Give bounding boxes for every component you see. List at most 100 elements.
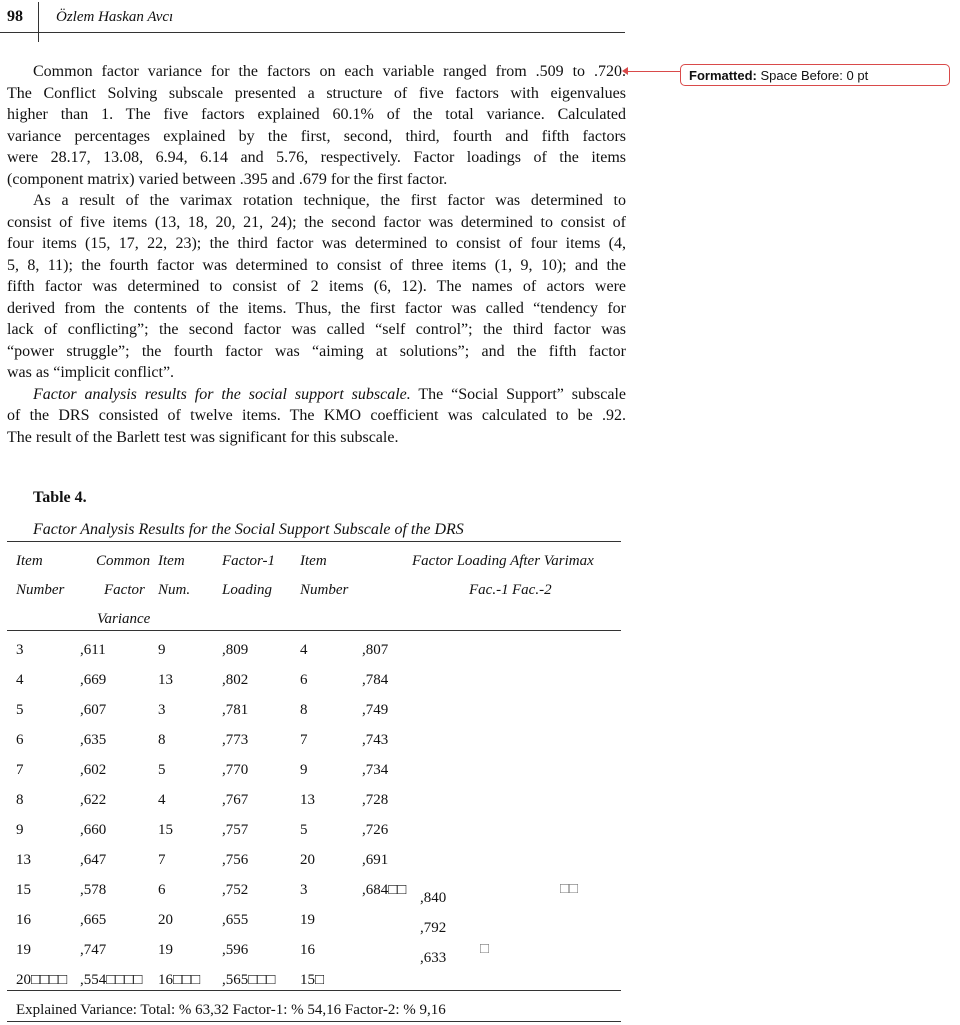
table-cell: 3 [16, 642, 24, 658]
body-line-text: Common factor variance for the factors o… [33, 63, 626, 80]
table-cell: 4 [16, 672, 24, 688]
header-factor: Factor [104, 582, 145, 598]
table-cell: ,669 [80, 672, 107, 688]
table-cell: ,647 [80, 852, 107, 868]
body-line: four items (15, 17, 22, 23); the third f… [7, 233, 626, 254]
table-cell: 19 [158, 942, 173, 958]
table-header-rule [7, 630, 621, 631]
fac2-value: ,792 [420, 920, 447, 936]
header-number3: Number [300, 582, 349, 598]
body-line-text: The result of the Barlett test was signi… [7, 428, 399, 446]
header-item2: Item [158, 553, 185, 569]
table-cell: ,565□□□ [222, 972, 276, 988]
table-cell: ,602 [80, 762, 107, 778]
table-cell: 20 [300, 852, 315, 868]
inline-heading: Factor analysis results for the social s… [33, 385, 411, 403]
table-cell: 8 [158, 732, 166, 748]
header-loading: Loading [222, 582, 273, 598]
body-line-text: variance percentages explained by the fi… [7, 127, 626, 145]
table-cell: ,660 [80, 822, 107, 838]
body-line: variance percentages explained by the fi… [7, 126, 626, 147]
table-cell: ,757 [222, 822, 249, 838]
body-line-text: “power struggle”; the fourth factor was … [7, 342, 626, 360]
body-line: The Conflict Solving subscale presented … [7, 83, 626, 104]
body-line: 5, 8, 11); the fourth factor was determi… [7, 255, 626, 276]
body-line-text: were 28.17, 13.08, 6.94, 6.14 and 5.76, … [7, 149, 626, 166]
table-cell: ,807 [362, 642, 389, 658]
table-cell: 4 [300, 642, 308, 658]
header-fac2: Fac.-2 [512, 582, 552, 598]
table-cell: 5 [300, 822, 308, 838]
table-cell: ,554□□□□ [80, 972, 143, 988]
table-cell: ,596 [222, 942, 249, 958]
table-cell: 20□□□□ [16, 972, 68, 988]
body-line: consist of five items (13, 18, 20, 21, 2… [7, 212, 626, 233]
comment-connector [626, 71, 680, 72]
body-line-text: higher than 1. The five factors explaine… [7, 106, 626, 123]
body-line: “power struggle”; the fourth factor was … [7, 341, 626, 362]
table-cell: 19 [16, 942, 31, 958]
header-num: Num. [158, 582, 191, 598]
body-line-text: As a result of the varimax rotation tech… [33, 192, 626, 209]
header-divider-vertical [38, 2, 39, 42]
table-cell: 7 [16, 762, 24, 778]
header-factor1: Factor-1 [222, 553, 276, 569]
table-cell: ,743 [362, 732, 389, 748]
body-line-text: The Conflict Solving subscale presented … [7, 84, 626, 102]
placeholder-glyph: □□ [560, 881, 579, 897]
table-bottom-rule [7, 990, 621, 991]
table-cell: ,749 [362, 702, 389, 718]
table-final-rule [7, 1021, 621, 1022]
body-line: lack of conflicting”; the second factor … [7, 319, 626, 340]
table-cell: 9 [16, 822, 24, 838]
table-cell: 3 [158, 702, 166, 718]
table-cell: 3 [300, 882, 308, 898]
running-head-author: Özlem Haskan Avcı [56, 9, 174, 25]
table-cell: ,756 [222, 852, 249, 868]
table-cell: ,635 [80, 732, 107, 748]
table-cell: ,809 [222, 642, 249, 658]
table-cell: 7 [158, 852, 166, 868]
formatting-comment-balloon[interactable]: Formatted: Space Before: 0 pt [680, 64, 950, 86]
table-cell: 15 [16, 882, 31, 898]
header-item: Item [16, 553, 43, 569]
table-cell: ,655 [222, 912, 249, 928]
table-cell: 20 [158, 912, 173, 928]
fac2-value: ,840 [420, 890, 447, 906]
table-cell: 16□□□ [158, 972, 201, 988]
table-cell: 6 [158, 882, 166, 898]
comment-label: Formatted: [689, 68, 757, 83]
body-line-text: consist of five items (13, 18, 20, 21, 2… [7, 213, 626, 231]
header-item3: Item [300, 553, 327, 569]
table-cell: 5 [16, 702, 24, 718]
table-cell: ,784 [362, 672, 389, 688]
explained-variance-note: Explained Variance: Total: % 63,32 Facto… [16, 1002, 446, 1018]
table-cell: 16 [300, 942, 315, 958]
body-line: higher than 1. The five factors explaine… [7, 104, 626, 125]
table-cell: ,622 [80, 792, 107, 808]
table-cell: 15□ [300, 972, 325, 988]
table-cell: ,773 [222, 732, 249, 748]
table-cell: ,665 [80, 912, 107, 928]
header-divider [0, 32, 625, 33]
header-fac1: Fac.-1 [469, 582, 509, 598]
table-cell: 15 [158, 822, 173, 838]
body-line-text: four items (15, 17, 22, 23); the third f… [7, 235, 626, 252]
header-varimax: Factor Loading After Varimax [412, 553, 594, 569]
table-cell: 13 [16, 852, 31, 868]
table-cell: ,767 [222, 792, 249, 808]
table-cell: ,684□□ [362, 882, 407, 898]
body-line-text: The “Social Support” subscale [410, 385, 626, 403]
body-line: Factor analysis results for the social s… [33, 384, 626, 405]
table-cell: 6 [300, 672, 308, 688]
page-number: 98 [7, 8, 23, 25]
table-cell: ,770 [222, 762, 249, 778]
table-cell: 13 [158, 672, 173, 688]
header-variance: Variance [97, 611, 151, 627]
header-number: Number [16, 582, 65, 598]
table-cell: 9 [158, 642, 166, 658]
table-cell: 5 [158, 762, 166, 778]
table-cell: 16 [16, 912, 31, 928]
table-cell: 8 [16, 792, 24, 808]
placeholder-glyph: □ [480, 941, 490, 957]
